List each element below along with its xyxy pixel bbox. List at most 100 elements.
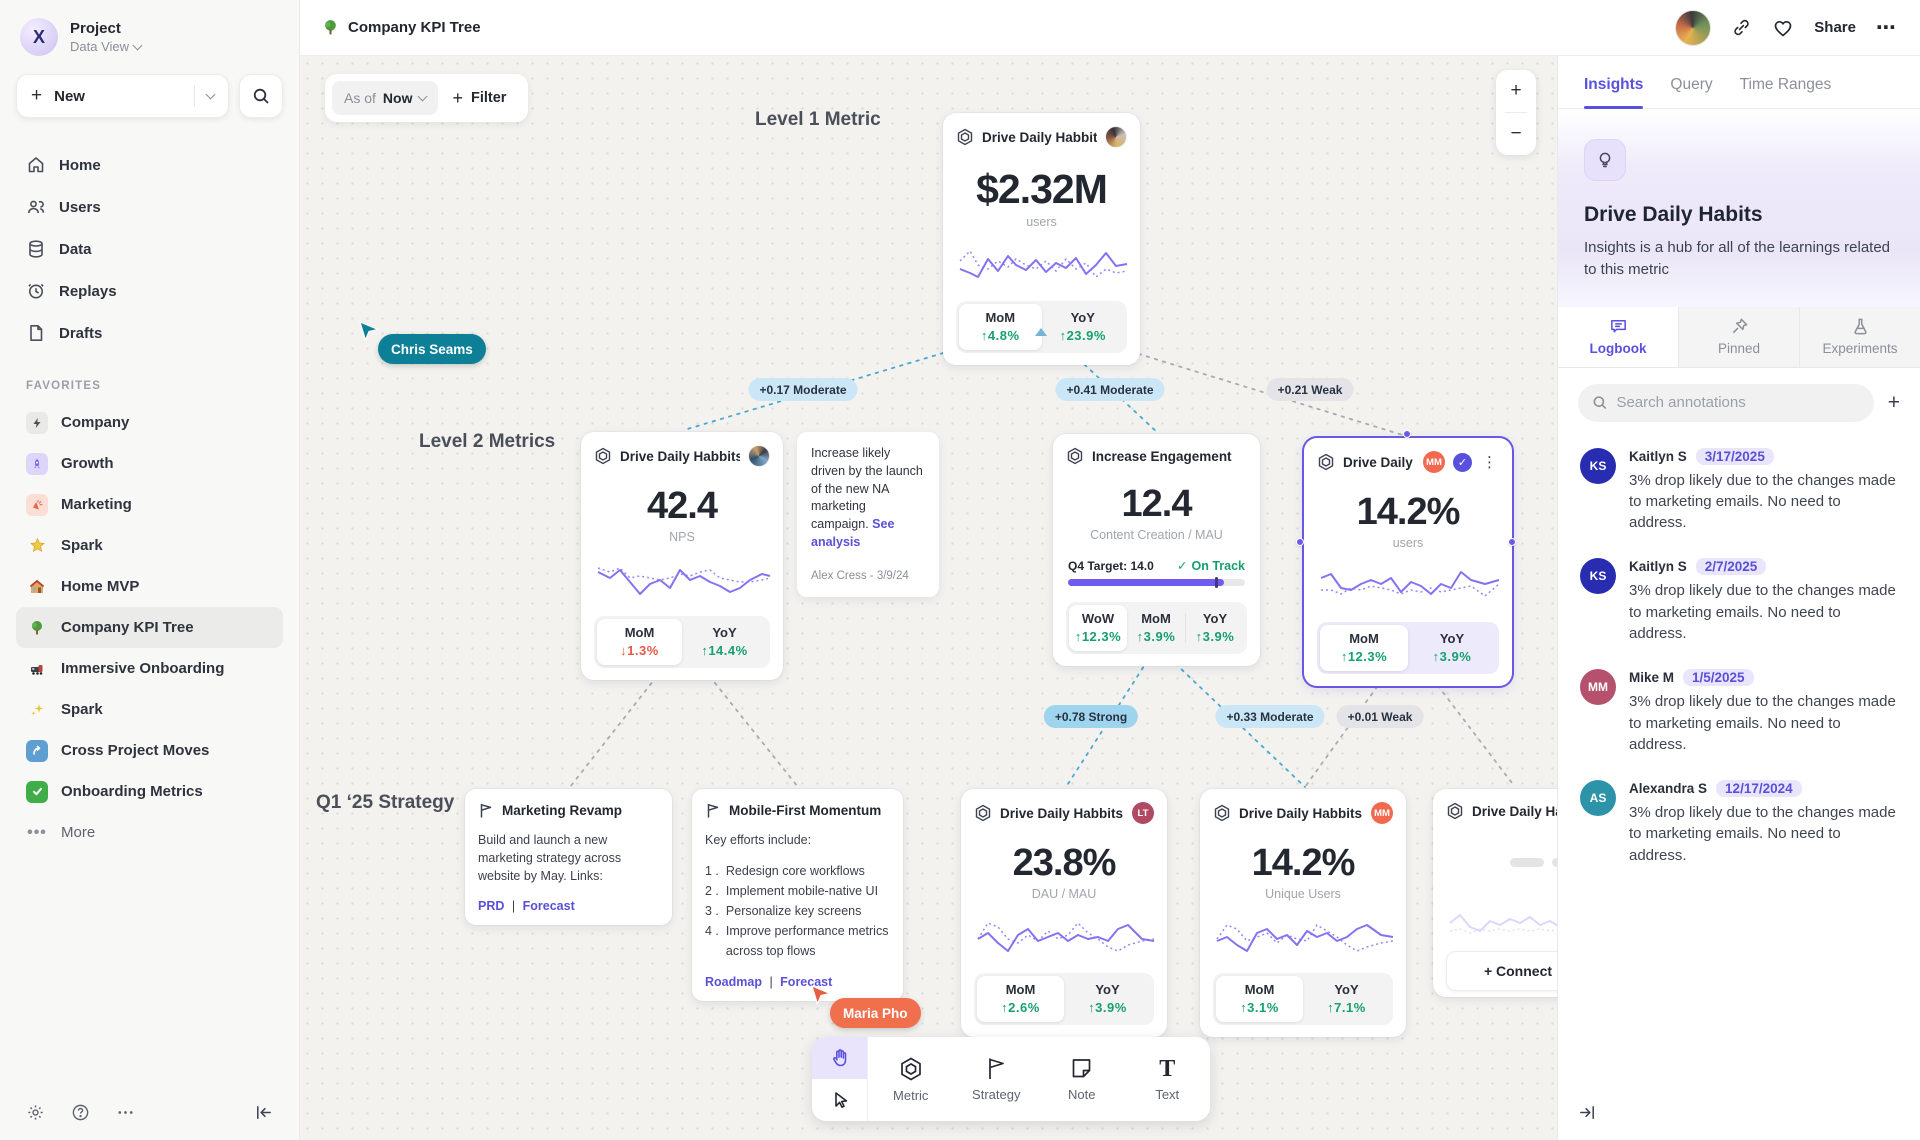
project-view-switcher[interactable]: Data View xyxy=(70,39,141,54)
selection-handle[interactable] xyxy=(1403,430,1411,438)
sidebar-item-more[interactable]: ••• More xyxy=(16,812,283,853)
correlation-chip[interactable]: +0.17 Moderate xyxy=(748,378,857,401)
strategy-card-mobile-first-momentum[interactable]: Mobile-First Momentum Key efforts includ… xyxy=(692,789,903,1001)
collapse-sidebar-icon[interactable] xyxy=(254,1103,273,1122)
divider xyxy=(194,85,195,107)
metric-value: $2.32M xyxy=(956,166,1127,213)
zoom-in-button[interactable]: + xyxy=(1496,70,1536,112)
sidebar-item-immersive-onboarding[interactable]: Immersive Onboarding xyxy=(16,648,283,689)
cursor-arrow-icon xyxy=(358,320,380,342)
roadmap-link[interactable]: Roadmap xyxy=(705,975,762,989)
subtab-experiments[interactable]: Experiments xyxy=(1800,307,1920,367)
annotation-item[interactable]: MM Mike M 1/5/2025 3% drop likely due to… xyxy=(1580,669,1898,755)
text-tool-button[interactable]: T Text xyxy=(1125,1037,1211,1121)
stat-mom[interactable]: MoM ↓1.3% xyxy=(597,619,682,665)
share-button[interactable]: Share xyxy=(1814,19,1856,36)
sparkline-chart xyxy=(958,239,1129,291)
sidebar-item-users[interactable]: Users xyxy=(16,186,283,228)
connect-button[interactable]: + Connect xyxy=(1446,951,1557,991)
stat-yoy[interactable]: YoY ↑14.4% xyxy=(682,619,767,665)
prd-link[interactable]: PRD xyxy=(478,899,504,913)
overflow-menu-icon[interactable]: ⋯ xyxy=(1876,15,1898,40)
sidebar-item-marketing[interactable]: Marketing xyxy=(16,484,283,525)
tab-insights[interactable]: Insights xyxy=(1584,76,1643,108)
favorites-heading: FAVORITES xyxy=(26,380,273,392)
sidebar-item-growth[interactable]: Growth xyxy=(16,443,283,484)
strategy-tool-button[interactable]: Strategy xyxy=(954,1037,1040,1121)
note-tool-button[interactable]: Note xyxy=(1039,1037,1125,1121)
metric-card-drive-daily-habits-selected[interactable]: Drive Daily Habb.. MM ✓ ⋮ 14.2% users Mo… xyxy=(1304,438,1512,686)
expand-panel-icon[interactable] xyxy=(1578,1103,1597,1122)
annotation-item[interactable]: AS Alexandra S 12/17/2024 3% drop likely… xyxy=(1580,780,1898,866)
correlation-chip[interactable]: +0.41 Moderate xyxy=(1055,378,1164,401)
sidebar-item-spark[interactable]: Spark xyxy=(16,525,283,566)
sidebar-item-data[interactable]: Data xyxy=(16,228,283,270)
metric-card-unique-users[interactable]: Drive Daily Habbits MM 14.2% Unique User… xyxy=(1200,789,1406,1037)
sidebar-item-home-mvp[interactable]: Home MVP xyxy=(16,566,283,607)
annotation-item[interactable]: KS Kaitlyn S 3/17/2025 3% drop likely du… xyxy=(1580,448,1898,534)
collapse-arrow-icon[interactable] xyxy=(1035,328,1047,336)
subtab-logbook[interactable]: Logbook xyxy=(1558,307,1679,367)
new-button[interactable]: + New xyxy=(16,74,229,118)
chevron-down-icon[interactable] xyxy=(206,90,216,100)
stat-yoy[interactable]: YoY ↑23.9% xyxy=(1042,304,1125,350)
sidebar-search-button[interactable] xyxy=(239,74,283,118)
subtab-pinned[interactable]: Pinned xyxy=(1679,307,1800,367)
metric-tool-button[interactable]: Metric xyxy=(868,1037,954,1121)
annotation-note-card[interactable]: Increase likely driven by the launch of … xyxy=(797,432,939,597)
stat-mom[interactable]: MoM ↑12.3% xyxy=(1320,625,1408,671)
stat-yoy[interactable]: YoY ↑7.1% xyxy=(1303,976,1390,1022)
annotation-item[interactable]: KS Kaitlyn S 2/7/2025 3% drop likely due… xyxy=(1580,558,1898,644)
strategy-card-marketing-revamp[interactable]: Marketing Revamp Build and launch a new … xyxy=(465,789,672,925)
hand-tool-button[interactable] xyxy=(812,1037,867,1079)
metric-card-increase-engagement[interactable]: Increase Engagement 12.4 Content Creatio… xyxy=(1053,434,1260,666)
annotation-search-input[interactable] xyxy=(1616,394,1859,411)
kpi-tree-canvas[interactable]: As of Now + Filter + − Level 1 Metric Le… xyxy=(300,56,1557,1140)
tab-query[interactable]: Query xyxy=(1670,76,1712,108)
sidebar-item-cross-project-moves[interactable]: Cross Project Moves xyxy=(16,730,283,771)
zoom-out-button[interactable]: − xyxy=(1496,113,1536,155)
metric-card-unconnected[interactable]: Drive Daily Hab + Connect xyxy=(1433,789,1557,997)
correlation-chip[interactable]: +0.21 Weak xyxy=(1267,378,1354,401)
correlation-chip[interactable]: +0.01 Weak xyxy=(1337,705,1424,728)
metric-card-dau-mau[interactable]: Drive Daily Habbits LT 23.8% DAU / MAU M… xyxy=(961,789,1167,1037)
settings-gear-icon[interactable] xyxy=(26,1103,45,1122)
stat-mom[interactable]: MoM ↑3.9% xyxy=(1127,605,1185,651)
stat-mom[interactable]: MoM ↑2.6% xyxy=(977,976,1064,1022)
sidebar-item-spark-2[interactable]: Spark xyxy=(16,689,283,730)
stat-wow[interactable]: WoW ↑12.3% xyxy=(1069,605,1127,651)
copy-link-icon[interactable] xyxy=(1731,17,1752,38)
stat-yoy[interactable]: YoY ↑3.9% xyxy=(1064,976,1151,1022)
sidebar-item-replays[interactable]: Replays xyxy=(16,270,283,312)
user-avatar[interactable] xyxy=(1675,10,1711,46)
stat-yoy[interactable]: YoY ↑3.9% xyxy=(1408,625,1496,671)
sidebar-item-drafts[interactable]: Drafts xyxy=(16,312,283,354)
card-menu-icon[interactable]: ⋮ xyxy=(1480,453,1499,471)
more-options-icon[interactable] xyxy=(116,1103,135,1122)
selection-handle[interactable] xyxy=(1508,538,1516,546)
annotation-search[interactable] xyxy=(1578,384,1874,422)
project-switcher[interactable]: X Project Data View xyxy=(16,18,283,74)
tab-time-ranges[interactable]: Time Ranges xyxy=(1740,76,1832,108)
stat-mom[interactable]: MoM ↑3.1% xyxy=(1216,976,1303,1022)
add-annotation-button[interactable]: + xyxy=(1888,391,1900,415)
sidebar-item-company[interactable]: Company xyxy=(16,402,283,443)
stat-yoy[interactable]: YoY ↑3.9% xyxy=(1186,605,1244,651)
topbar: Company KPI Tree Share ⋯ xyxy=(300,0,1920,56)
forecast-link[interactable]: Forecast xyxy=(523,899,575,913)
sidebar-item-onboarding-metrics[interactable]: Onboarding Metrics xyxy=(16,771,283,812)
as-of-dropdown[interactable]: As of Now xyxy=(332,81,438,115)
correlation-chip[interactable]: +0.78 Strong xyxy=(1044,705,1138,728)
select-tool-button[interactable] xyxy=(812,1079,867,1121)
sidebar-item-company-kpi-tree[interactable]: Company KPI Tree xyxy=(16,607,283,648)
sidebar-item-home[interactable]: Home xyxy=(16,144,283,186)
selection-handle[interactable] xyxy=(1296,538,1304,546)
help-icon[interactable] xyxy=(71,1103,90,1122)
filter-button[interactable]: + Filter xyxy=(444,88,514,109)
favorite-heart-icon[interactable] xyxy=(1772,17,1794,39)
correlation-chip[interactable]: +0.33 Moderate xyxy=(1215,705,1324,728)
sidebar-item-label: Company KPI Tree xyxy=(61,619,194,636)
metric-card-drive-daily-habits-nps[interactable]: Drive Daily Habbits 42.4 NPS MoM ↓1.3% Y… xyxy=(581,432,783,680)
stat-mom[interactable]: MoM ↑4.8% xyxy=(959,304,1042,350)
annotation-date-badge: 2/7/2025 xyxy=(1696,558,1767,575)
